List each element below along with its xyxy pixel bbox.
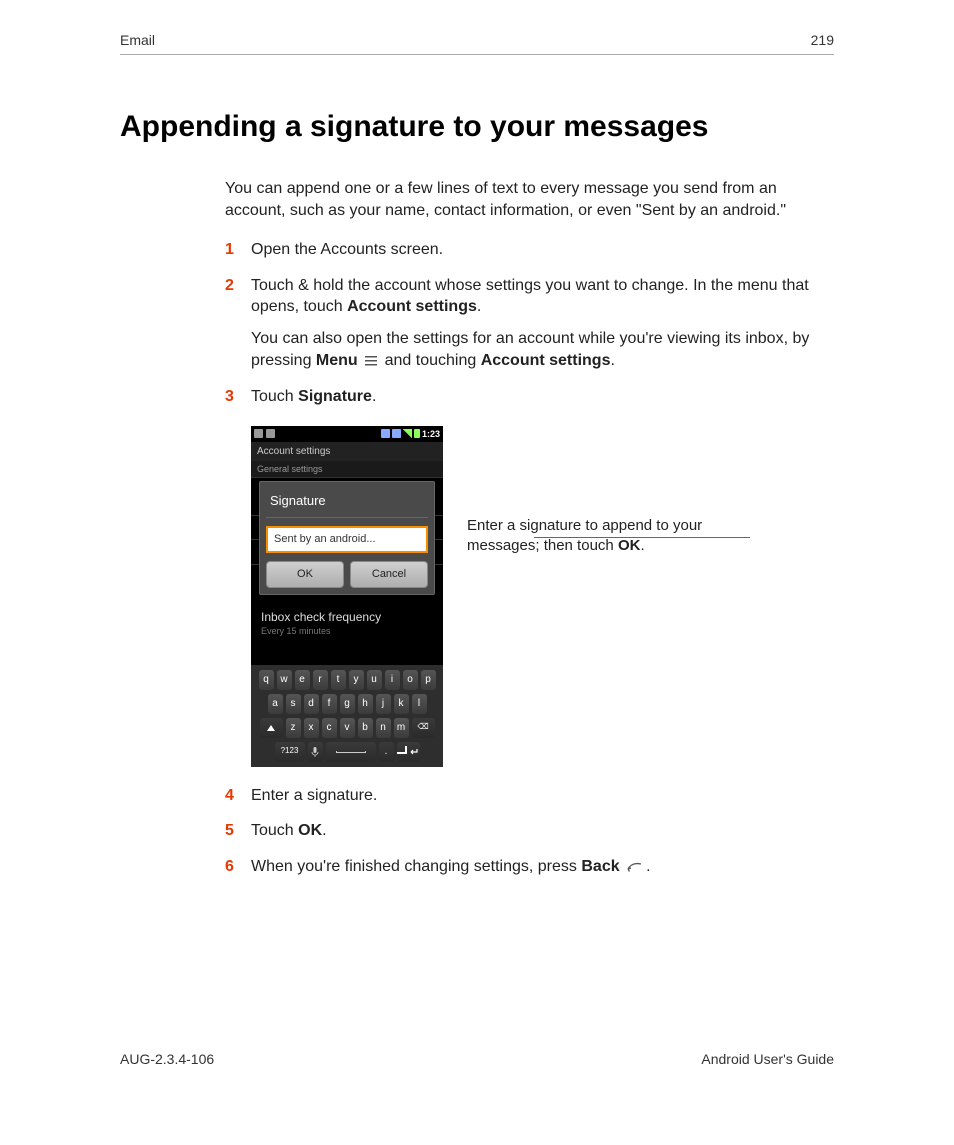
menu-icon (364, 351, 378, 373)
notification-icon (254, 429, 263, 438)
enter-key[interactable] (397, 742, 420, 762)
page-header: Email 219 (120, 32, 834, 55)
key-f[interactable]: f (322, 694, 337, 714)
key-w[interactable]: w (277, 670, 292, 690)
key-r[interactable]: r (313, 670, 328, 690)
key-o[interactable]: o (403, 670, 418, 690)
key-h[interactable]: h (358, 694, 373, 714)
key-n[interactable]: n (376, 718, 391, 738)
figure-row: 1:23 Account settings General settings A… (251, 426, 834, 767)
section-label: Email (120, 32, 155, 48)
signature-dialog: Signature Sent by an android... OK Cance… (259, 481, 435, 595)
key-a[interactable]: a (268, 694, 283, 714)
signal-icon (403, 429, 412, 438)
status-bar: 1:23 (251, 426, 443, 442)
backspace-key[interactable]: ⌫ (412, 718, 435, 738)
clock: 1:23 (422, 428, 440, 440)
screen-title: Account settings (251, 442, 443, 462)
sync-icon (392, 429, 401, 438)
step-2: Touch & hold the account whose settings … (225, 275, 834, 372)
battery-icon (414, 429, 420, 438)
inbox-frequency-item: Inbox check frequency Every 15 minutes (251, 603, 443, 643)
key-k[interactable]: k (394, 694, 409, 714)
symbols-key[interactable]: ?123 (275, 742, 305, 762)
key-e[interactable]: e (295, 670, 310, 690)
step-3: Touch Signature. (225, 386, 834, 767)
page-title: Appending a signature to your messages (120, 110, 834, 144)
dialog-title: Signature (266, 488, 428, 519)
gps-icon (381, 429, 390, 438)
notification-icon (266, 429, 275, 438)
keyboard: qwertyuiop asdfghjkl zxcvbnm ⌫ ?123 (251, 665, 443, 767)
key-x[interactable]: x (304, 718, 319, 738)
page-footer: AUG-2.3.4-106 Android User's Guide (120, 1051, 834, 1067)
step-6: When you're finished changing settings, … (225, 856, 834, 879)
shift-key[interactable] (260, 718, 283, 738)
screen-subtitle: General settings (251, 461, 443, 478)
key-v[interactable]: v (340, 718, 355, 738)
key-i[interactable]: i (385, 670, 400, 690)
step-4: Enter a signature. (225, 785, 834, 807)
key-b[interactable]: b (358, 718, 373, 738)
step-1: Open the Accounts screen. (225, 239, 834, 261)
key-z[interactable]: z (286, 718, 301, 738)
key-y[interactable]: y (349, 670, 364, 690)
mic-key[interactable] (308, 742, 323, 762)
callout-line (534, 537, 750, 538)
key-s[interactable]: s (286, 694, 301, 714)
space-key[interactable] (326, 742, 376, 762)
cancel-button[interactable]: Cancel (350, 561, 428, 588)
key-j[interactable]: j (376, 694, 391, 714)
key-u[interactable]: u (367, 670, 382, 690)
phone-screenshot: 1:23 Account settings General settings A… (251, 426, 443, 767)
step-5: Touch OK. (225, 820, 834, 842)
key-q[interactable]: q (259, 670, 274, 690)
doc-id: AUG-2.3.4-106 (120, 1051, 214, 1067)
ok-button[interactable]: OK (266, 561, 344, 588)
page-number: 219 (811, 32, 834, 48)
key-p[interactable]: p (421, 670, 436, 690)
period-key[interactable]: . (379, 742, 394, 762)
key-g[interactable]: g (340, 694, 355, 714)
signature-input[interactable]: Sent by an android... (266, 526, 428, 553)
intro-paragraph: You can append one or a few lines of tex… (225, 178, 834, 221)
key-m[interactable]: m (394, 718, 409, 738)
key-c[interactable]: c (322, 718, 337, 738)
doc-title: Android User's Guide (701, 1051, 834, 1067)
key-d[interactable]: d (304, 694, 319, 714)
callout-text: Enter a signature to append to your mess… (467, 516, 702, 767)
key-l[interactable]: l (412, 694, 427, 714)
back-icon (626, 857, 644, 879)
key-t[interactable]: t (331, 670, 346, 690)
